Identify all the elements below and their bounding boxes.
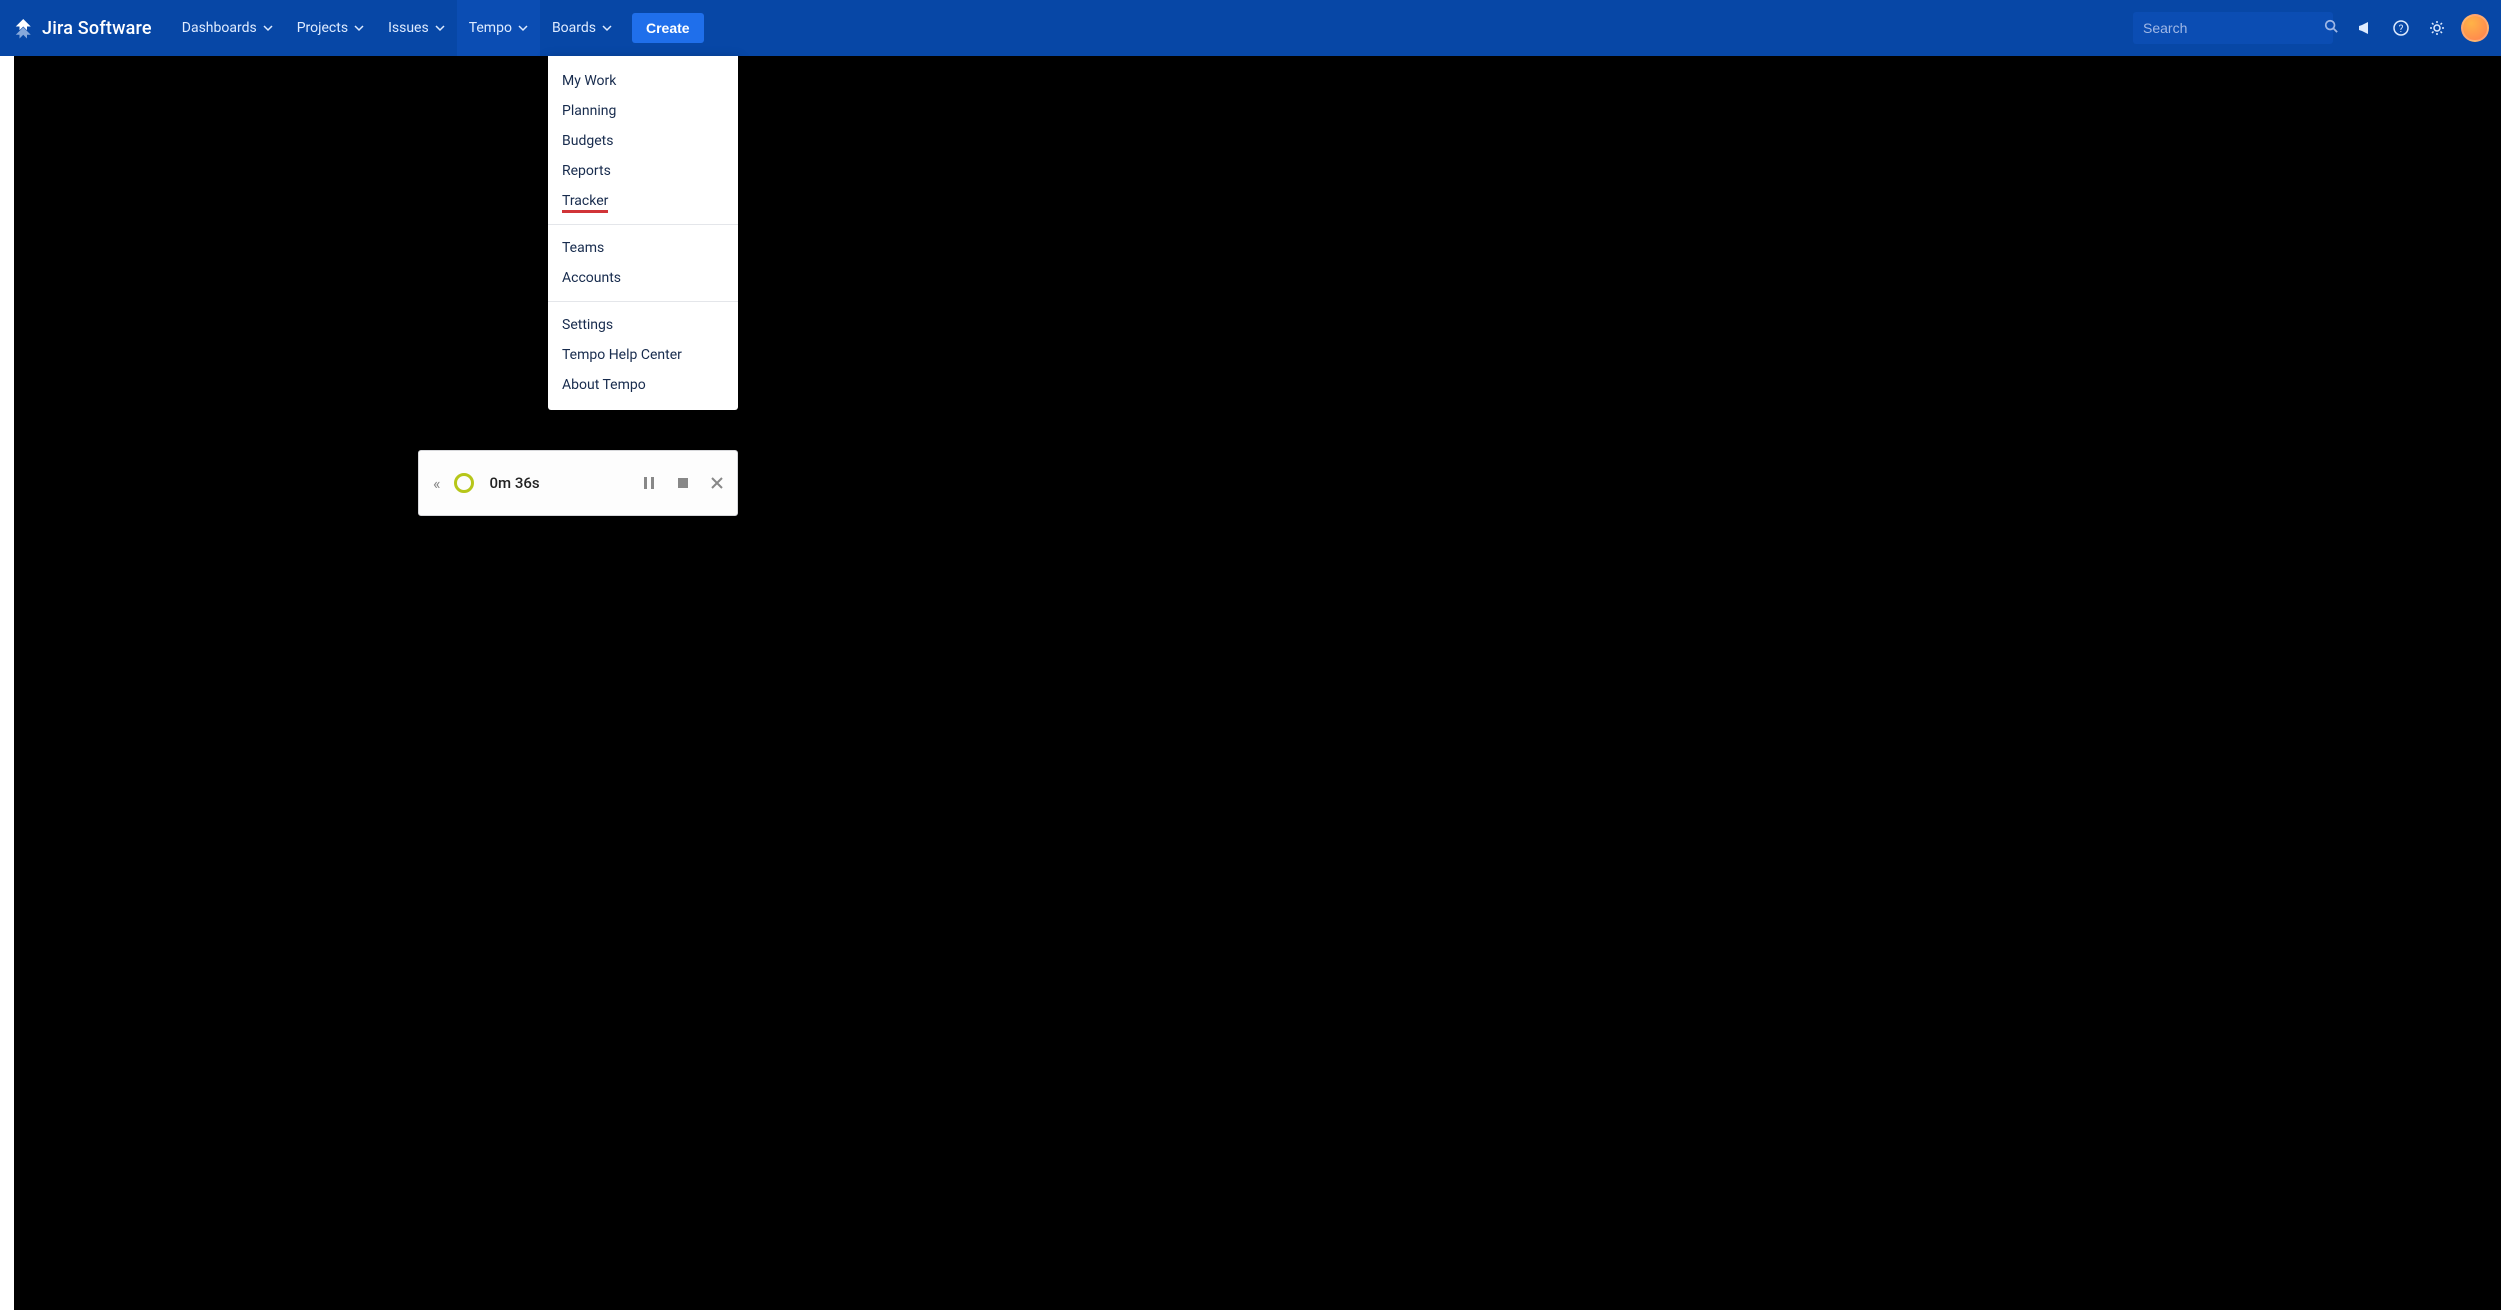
brand-name: Jira Software (42, 18, 152, 39)
nav-issues[interactable]: Issues (376, 0, 457, 56)
tempo-dropdown: My Work Planning Budgets Reports Tracker… (548, 56, 738, 410)
dropdown-divider (548, 301, 738, 302)
chevron-down-icon (354, 23, 364, 33)
megaphone-icon (2357, 20, 2373, 36)
chevron-down-icon (602, 23, 612, 33)
dd-accounts[interactable]: Accounts (548, 263, 738, 293)
dropdown-divider (548, 224, 738, 225)
dd-budgets[interactable]: Budgets (548, 126, 738, 156)
dd-settings[interactable]: Settings (548, 310, 738, 340)
jira-logo-icon (12, 16, 36, 40)
close-icon (711, 477, 723, 489)
tracker-status-icon (454, 473, 474, 493)
settings-button[interactable] (2421, 12, 2453, 44)
tracker-widget: « 0m 36s (418, 450, 738, 516)
tracker-pause-button[interactable] (643, 476, 655, 490)
dd-my-work[interactable]: My Work (548, 66, 738, 96)
dd-help-center[interactable]: Tempo Help Center (548, 340, 738, 370)
dd-reports[interactable]: Reports (548, 156, 738, 186)
stop-icon (677, 477, 689, 489)
tracker-collapse-button[interactable]: « (433, 474, 438, 493)
tracker-close-button[interactable] (711, 477, 723, 489)
help-icon: ? (2393, 20, 2409, 36)
chevron-down-icon (435, 23, 445, 33)
chevron-down-icon (518, 23, 528, 33)
search-input[interactable] (2143, 20, 2324, 36)
nav-dashboards[interactable]: Dashboards (170, 0, 285, 56)
chevron-down-icon (263, 23, 273, 33)
dd-teams[interactable]: Teams (548, 233, 738, 263)
help-button[interactable]: ? (2385, 12, 2417, 44)
brand-logo[interactable]: Jira Software (12, 16, 152, 40)
tracker-stop-button[interactable] (677, 477, 689, 489)
dd-about-tempo[interactable]: About Tempo (548, 370, 738, 400)
gear-icon (2429, 20, 2445, 36)
left-strip (0, 56, 14, 1310)
nav-tempo[interactable]: Tempo (457, 0, 540, 56)
svg-text:?: ? (2399, 24, 2404, 35)
top-nav: Jira Software Dashboards Projects Issues… (0, 0, 2501, 56)
nav-menus: Dashboards Projects Issues Tempo Boards (170, 0, 624, 56)
dd-tracker[interactable]: Tracker (548, 186, 738, 216)
search-icon (2324, 19, 2338, 37)
user-avatar[interactable] (2461, 14, 2489, 42)
create-button[interactable]: Create (632, 13, 704, 43)
tracker-elapsed-time: 0m 36s (490, 474, 540, 492)
search-box[interactable] (2133, 12, 2333, 44)
nav-boards[interactable]: Boards (540, 0, 624, 56)
dd-planning[interactable]: Planning (548, 96, 738, 126)
pause-icon (643, 476, 655, 490)
nav-projects[interactable]: Projects (285, 0, 376, 56)
feedback-button[interactable] (2349, 12, 2381, 44)
